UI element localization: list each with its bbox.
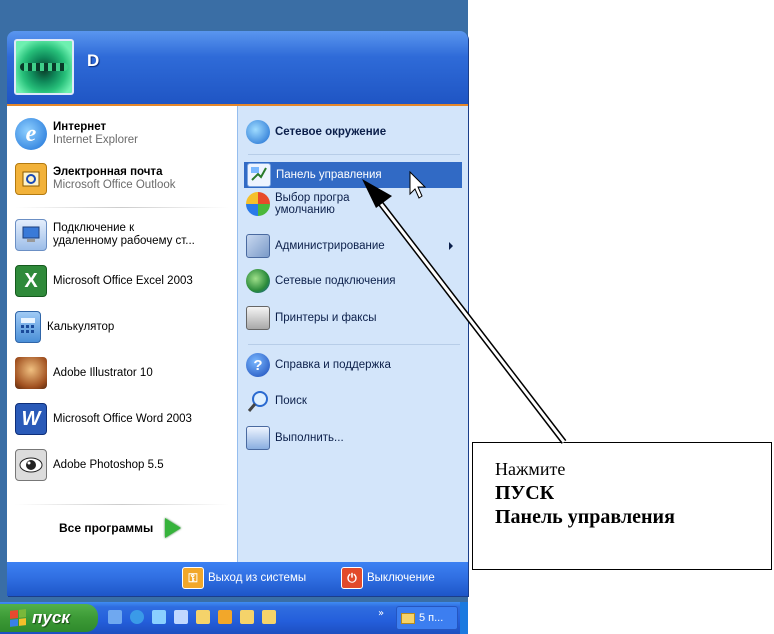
recent-photoshop-label: Adobe Photoshop 5.5	[53, 458, 164, 471]
quicklaunch-chevron[interactable]: »	[378, 608, 384, 619]
menu-printers-label: Принтеры и факсы	[275, 312, 377, 324]
power-icon: ⏻	[341, 567, 363, 589]
start-menu-right-column: Сетевое окружение Панель управления Выбо…	[237, 106, 468, 562]
quicklaunch-folder-icon[interactable]	[196, 610, 210, 624]
taskbar-button-label: 5 п...	[419, 612, 444, 624]
admin-tools-icon	[246, 234, 270, 258]
search-icon	[246, 389, 270, 413]
recent-word-label: Microsoft Office Word 2003	[53, 412, 192, 425]
key-icon: ⚿	[182, 567, 204, 589]
pinned-internet[interactable]: e Интернет Internet Explorer	[15, 118, 138, 150]
pinned-internet-title: Интернет	[53, 121, 107, 133]
menu-search-label: Поиск	[275, 395, 307, 407]
network-connections-icon	[246, 269, 270, 293]
windows-logo-icon	[10, 609, 26, 627]
menu-network-places[interactable]: Сетевое окружение	[246, 120, 386, 144]
menu-control-panel[interactable]: Панель управления	[244, 162, 462, 188]
quicklaunch-outlook-icon[interactable]	[218, 610, 232, 624]
network-places-icon	[246, 120, 270, 144]
pinned-email-subtitle: Microsoft Office Outlook	[53, 179, 176, 191]
quicklaunch-folder-icon[interactable]	[262, 610, 276, 624]
start-menu-left-column: e Интернет Internet Explorer Электронная …	[7, 106, 237, 562]
menu-run[interactable]: Выполнить...	[246, 426, 344, 450]
calculator-icon	[15, 311, 41, 343]
quicklaunch-folder-icon[interactable]	[240, 610, 254, 624]
start-menu-header: D	[7, 31, 468, 106]
pinned-email-title: Электронная почта	[53, 166, 163, 178]
start-menu: D e Интернет Internet Explorer Электронна…	[7, 31, 468, 596]
separator	[15, 504, 229, 505]
illustrator-icon	[15, 357, 47, 389]
menu-network-connections[interactable]: Сетевые подключения	[246, 269, 396, 293]
callout-line1: Нажмите	[495, 459, 566, 479]
separator	[248, 344, 460, 345]
folder-icon	[401, 612, 415, 624]
remote-desktop-icon	[15, 219, 47, 251]
menu-network-connections-label: Сетевые подключения	[275, 275, 396, 287]
menu-administration-label: Администрирование	[275, 240, 385, 252]
internet-explorer-icon: e	[15, 118, 47, 150]
word-icon: W	[15, 403, 47, 435]
menu-default-programs-line2: умолчанию	[275, 204, 335, 216]
shutdown-button[interactable]: ⏻ Выключение	[341, 567, 435, 589]
menu-default-programs[interactable]: Выбор програ умолчанию	[246, 192, 350, 216]
recent-remote-desktop[interactable]: Подключение к удаленному рабочему ст...	[15, 219, 195, 251]
menu-network-places-label: Сетевое окружение	[275, 126, 387, 138]
user-avatar[interactable]	[14, 39, 74, 95]
pinned-internet-subtitle: Internet Explorer	[53, 134, 139, 146]
help-icon: ?	[246, 353, 270, 377]
taskbar-tray-edge	[460, 602, 468, 634]
all-programs-label: Все программы	[59, 521, 154, 535]
recent-remote-desktop-line1: Подключение к	[53, 222, 135, 234]
start-button[interactable]: пуск	[0, 604, 98, 632]
recent-remote-desktop-line2: удаленному рабочему ст...	[53, 235, 195, 247]
menu-control-panel-label: Панель управления	[276, 169, 382, 181]
recent-calculator[interactable]: Калькулятор	[15, 311, 114, 343]
control-panel-icon	[247, 163, 271, 187]
recent-excel-label: Microsoft Office Excel 2003	[53, 274, 193, 287]
menu-help[interactable]: ? Справка и поддержка	[246, 353, 391, 377]
recent-illustrator-label: Adobe Illustrator 10	[53, 366, 153, 379]
menu-default-programs-line1: Выбор програ	[275, 192, 350, 204]
taskbar: пуск » 5 п...	[0, 602, 774, 634]
recent-word[interactable]: W Microsoft Office Word 2003	[15, 403, 192, 435]
submenu-arrow-icon	[449, 242, 453, 250]
quicklaunch-icon[interactable]	[152, 610, 166, 624]
callout-line3: Панель управления	[495, 506, 675, 528]
recent-illustrator[interactable]: Adobe Illustrator 10	[15, 357, 153, 389]
user-name: D	[87, 51, 100, 70]
separator	[248, 154, 460, 155]
menu-help-label: Справка и поддержка	[275, 359, 391, 371]
logoff-label: Выход из системы	[208, 572, 307, 584]
logoff-button[interactable]: ⚿ Выход из системы	[182, 567, 306, 589]
all-programs-button[interactable]: Все программы	[59, 518, 182, 538]
menu-search[interactable]: Поиск	[246, 389, 307, 413]
pinned-email[interactable]: Электронная почта Microsoft Office Outloo…	[15, 163, 176, 195]
recent-photoshop[interactable]: Adobe Photoshop 5.5	[15, 449, 164, 481]
shutdown-label: Выключение	[367, 572, 435, 584]
start-button-label: пуск	[32, 608, 70, 627]
menu-printers[interactable]: Принтеры и факсы	[246, 306, 376, 330]
arrow-right-icon	[165, 518, 182, 538]
callout-line2: ПУСК	[495, 482, 555, 504]
default-programs-icon	[246, 192, 270, 216]
excel-icon: X	[15, 265, 47, 297]
quicklaunch-icon[interactable]	[174, 610, 188, 624]
quicklaunch-icon[interactable]	[108, 610, 122, 624]
quicklaunch-ie-icon[interactable]	[130, 610, 144, 624]
recent-excel[interactable]: X Microsoft Office Excel 2003	[15, 265, 193, 297]
start-menu-footer: ⚿ Выход из системы ⏻ Выключение	[7, 562, 468, 596]
outlook-icon	[15, 163, 47, 195]
menu-administration[interactable]: Администрирование	[246, 234, 461, 258]
separator	[15, 207, 229, 208]
printer-icon	[246, 306, 270, 330]
taskbar-button-folder[interactable]: 5 п...	[396, 606, 458, 630]
instruction-callout: Нажмите ПУСК Панель управления	[472, 442, 772, 570]
photoshop-icon	[15, 449, 47, 481]
recent-calculator-label: Калькулятор	[47, 320, 115, 333]
run-icon	[246, 426, 270, 450]
menu-run-label: Выполнить...	[275, 432, 344, 444]
